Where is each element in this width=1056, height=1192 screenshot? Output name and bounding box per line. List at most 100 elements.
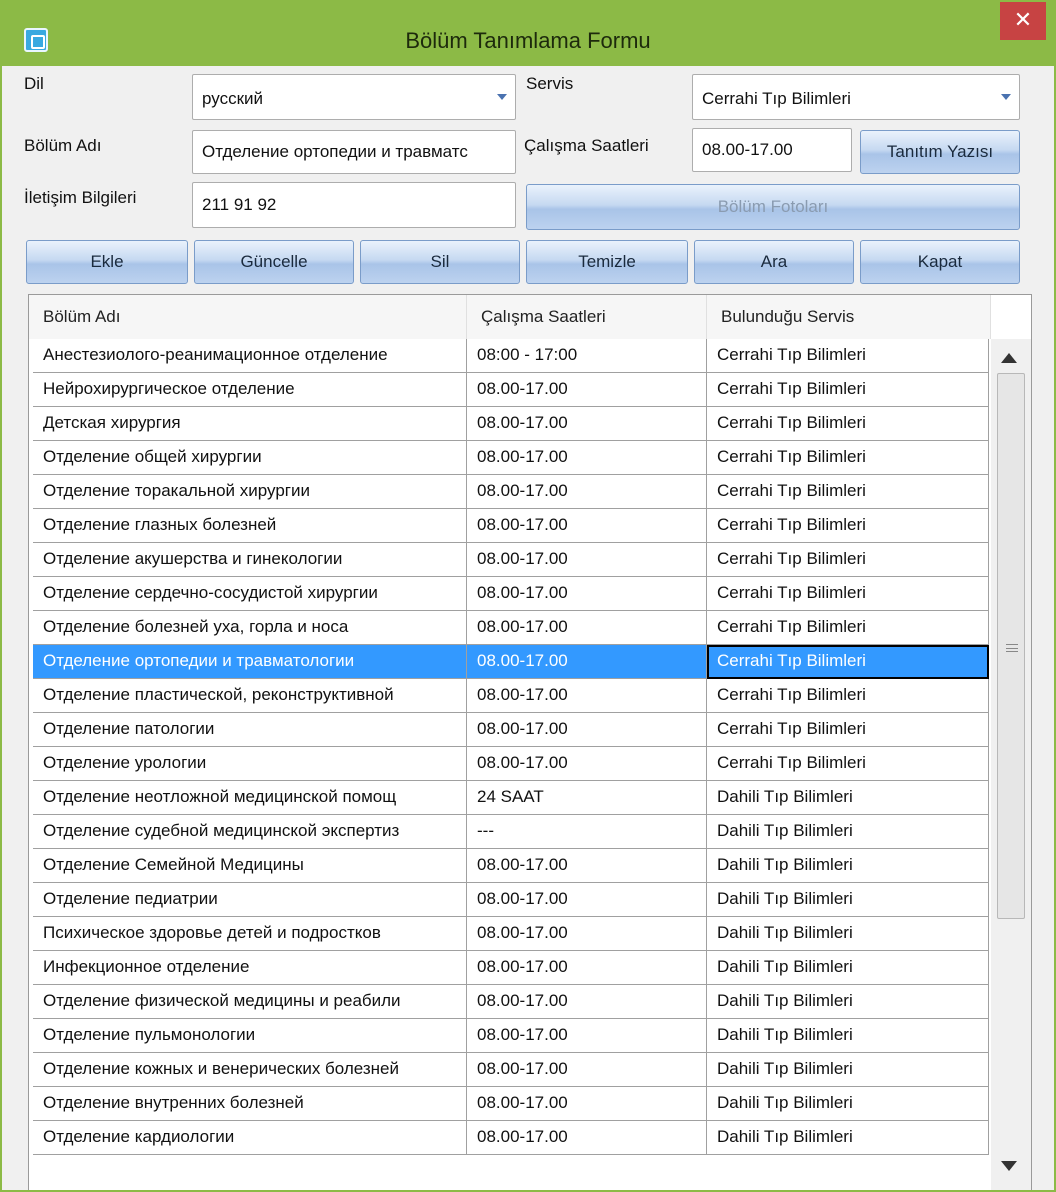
bolum-adi-cell[interactable]: Отделение сердечно-сосудистой хирургии — [33, 577, 467, 611]
bolum-adi-cell[interactable]: Отделение физической медицины и реабили — [33, 985, 467, 1019]
table-row-selected[interactable]: Отделение ортопедии и травматологии 08.00… — [33, 645, 991, 679]
calisma-saatleri-cell[interactable]: 08.00-17.00 — [467, 645, 707, 679]
column-header-calisma-saatleri[interactable]: Çalışma Saatleri — [467, 295, 707, 339]
servis-cell[interactable]: Cerrahi Tıp Bilimleri — [707, 645, 989, 679]
bolum-adi-cell[interactable]: Отделение пульмонологии — [33, 1019, 467, 1053]
bolum-data-grid[interactable]: Bölüm Adı Çalışma Saatleri Bulunduğu Ser… — [28, 294, 1032, 1190]
calisma-saatleri-cell[interactable]: 08.00-17.00 — [467, 373, 707, 407]
calisma-saatleri-cell[interactable]: 08.00-17.00 — [467, 475, 707, 509]
table-row[interactable]: Отделение кардиологии 08.00-17.00 Dahili T… — [33, 1121, 991, 1155]
table-row[interactable]: Отделение акушерства и гинекологии 08.00-… — [33, 543, 991, 577]
bolum-adi-cell[interactable]: Отделение урологии — [33, 747, 467, 781]
bolum-adi-cell[interactable]: Детская хирургия — [33, 407, 467, 441]
calisma-saatleri-cell[interactable]: 08.00-17.00 — [467, 883, 707, 917]
table-row[interactable]: Психическое здоровье детей и подростков 0… — [33, 917, 991, 951]
table-row[interactable]: Отделение пульмонологии 08.00-17.00 Dahili… — [33, 1019, 991, 1053]
table-row[interactable]: Отделение неотложной медицинской помощ 24… — [33, 781, 991, 815]
servis-cell[interactable]: Dahili Tıp Bilimleri — [707, 917, 989, 951]
servis-cell[interactable]: Cerrahi Tıp Bilimleri — [707, 611, 989, 645]
servis-cell[interactable]: Cerrahi Tıp Bilimleri — [707, 577, 989, 611]
servis-cell[interactable]: Dahili Tıp Bilimleri — [707, 1087, 989, 1121]
scroll-up-arrow-icon[interactable] — [1001, 353, 1017, 363]
table-row[interactable]: Отделение общей хирургии 08.00-17.00 Cerra… — [33, 441, 991, 475]
servis-cell[interactable]: Cerrahi Tıp Bilimleri — [707, 407, 989, 441]
scrollbar-thumb[interactable] — [997, 373, 1025, 919]
servis-cell[interactable]: Dahili Tıp Bilimleri — [707, 781, 989, 815]
bolum-adi-cell[interactable]: Отделение общей хирургии — [33, 441, 467, 475]
table-row[interactable]: Отделение кожных и венерических болезней… — [33, 1053, 991, 1087]
table-row[interactable]: Нейрохирургическое отделение 08.00-17.00 C… — [33, 373, 991, 407]
calisma-saatleri-cell[interactable]: --- — [467, 815, 707, 849]
bolum-adi-cell[interactable]: Отделение акушерства и гинекологии — [33, 543, 467, 577]
table-row[interactable]: Отделение патологии 08.00-17.00 Cerrahi Tı… — [33, 713, 991, 747]
table-row[interactable]: Отделение Семейной Медицины 08.00-17.00 Da… — [33, 849, 991, 883]
table-row[interactable]: Инфекционное отделение 08.00-17.00 Dahili … — [33, 951, 991, 985]
calisma-saatleri-cell[interactable]: 08.00-17.00 — [467, 679, 707, 713]
servis-cell[interactable]: Dahili Tıp Bilimleri — [707, 1019, 989, 1053]
calisma-saatleri-cell[interactable]: 08.00-17.00 — [467, 1053, 707, 1087]
servis-cell[interactable]: Dahili Tıp Bilimleri — [707, 951, 989, 985]
servis-cell[interactable]: Cerrahi Tıp Bilimleri — [707, 339, 989, 373]
servis-cell[interactable]: Dahili Tıp Bilimleri — [707, 815, 989, 849]
bolum-adi-cell[interactable]: Отделение судебной медицинской экспертиз — [33, 815, 467, 849]
bolum-adi-cell[interactable]: Отделение педиатрии — [33, 883, 467, 917]
calisma-saatleri-input[interactable]: 08.00-17.00 — [692, 128, 852, 172]
kapat-button[interactable]: Kapat — [860, 240, 1020, 284]
close-button[interactable]: ✕ — [1000, 2, 1046, 40]
calisma-saatleri-cell[interactable]: 08.00-17.00 — [467, 577, 707, 611]
servis-cell[interactable]: Cerrahi Tıp Bilimleri — [707, 509, 989, 543]
table-row[interactable]: Отделение сердечно-сосудистой хирургии 08… — [33, 577, 991, 611]
bolum-adi-cell[interactable]: Инфекционное отделение — [33, 951, 467, 985]
servis-cell[interactable]: Cerrahi Tıp Bilimleri — [707, 713, 989, 747]
guncelle-button[interactable]: Güncelle — [194, 240, 354, 284]
table-row[interactable]: Отделение глазных болезней 08.00-17.00 Cer… — [33, 509, 991, 543]
bolum-adi-cell[interactable]: Нейрохирургическое отделение — [33, 373, 467, 407]
temizle-button[interactable]: Temizle — [526, 240, 688, 284]
table-row[interactable]: Отделение торакальной хирургии 08.00-17.0… — [33, 475, 991, 509]
table-row[interactable]: Отделение педиатрии 08.00-17.00 Dahili Tıp… — [33, 883, 991, 917]
table-row[interactable]: Отделение внутренних болезней 08.00-17.00… — [33, 1087, 991, 1121]
iletisim-bilgileri-input[interactable]: 211 91 92 — [192, 182, 516, 228]
calisma-saatleri-cell[interactable]: 08.00-17.00 — [467, 747, 707, 781]
dil-combobox[interactable]: русский — [192, 74, 516, 120]
vertical-scrollbar[interactable] — [991, 339, 1031, 1190]
table-row[interactable]: Отделение урологии 08.00-17.00 Cerrahi Tıp… — [33, 747, 991, 781]
servis-cell[interactable]: Dahili Tıp Bilimleri — [707, 883, 989, 917]
scroll-down-arrow-icon[interactable] — [1001, 1161, 1017, 1171]
bolum-adi-cell[interactable]: Отделение пластической, реконструктивной — [33, 679, 467, 713]
calisma-saatleri-cell[interactable]: 24 SAAT — [467, 781, 707, 815]
column-header-bolum-adi[interactable]: Bölüm Adı — [29, 295, 467, 339]
bolum-fotolari-button[interactable]: Bölüm Fotoları — [526, 184, 1020, 230]
bolum-adi-cell[interactable]: Отделение глазных болезней — [33, 509, 467, 543]
servis-cell[interactable]: Cerrahi Tıp Bilimleri — [707, 475, 989, 509]
servis-cell[interactable]: Cerrahi Tıp Bilimleri — [707, 747, 989, 781]
bolum-adi-input[interactable]: Отделение ортопедии и травматс — [192, 130, 516, 174]
calisma-saatleri-cell[interactable]: 08.00-17.00 — [467, 713, 707, 747]
bolum-adi-cell[interactable]: Анестезиолого-реанимационное отделение — [33, 339, 467, 373]
table-row[interactable]: Отделение пластической, реконструктивной… — [33, 679, 991, 713]
ekle-button[interactable]: Ekle — [26, 240, 188, 284]
table-row[interactable]: Отделение физической медицины и реабили 0… — [33, 985, 991, 1019]
table-row[interactable]: Детская хирургия 08.00-17.00 Cerrahi Tıp B… — [33, 407, 991, 441]
table-row[interactable]: Анестезиолого-реанимационное отделение 08… — [33, 339, 991, 373]
servis-cell[interactable]: Dahili Tıp Bilimleri — [707, 1053, 989, 1087]
bolum-adi-cell[interactable]: Отделение патологии — [33, 713, 467, 747]
calisma-saatleri-cell[interactable]: 08.00-17.00 — [467, 849, 707, 883]
bolum-adi-cell[interactable]: Отделение внутренних болезней — [33, 1087, 467, 1121]
calisma-saatleri-cell[interactable]: 08.00-17.00 — [467, 441, 707, 475]
calisma-saatleri-cell[interactable]: 08.00-17.00 — [467, 1019, 707, 1053]
calisma-saatleri-cell[interactable]: 08.00-17.00 — [467, 611, 707, 645]
calisma-saatleri-cell[interactable]: 08:00 - 17:00 — [467, 339, 707, 373]
bolum-adi-cell[interactable]: Отделение неотложной медицинской помощ — [33, 781, 467, 815]
calisma-saatleri-cell[interactable]: 08.00-17.00 — [467, 1087, 707, 1121]
bolum-adi-cell[interactable]: Отделение торакальной хирургии — [33, 475, 467, 509]
calisma-saatleri-cell[interactable]: 08.00-17.00 — [467, 407, 707, 441]
calisma-saatleri-cell[interactable]: 08.00-17.00 — [467, 543, 707, 577]
servis-cell[interactable]: Cerrahi Tıp Bilimleri — [707, 679, 989, 713]
table-row[interactable]: Отделение болезней уха, горла и носа 08.0… — [33, 611, 991, 645]
ara-button[interactable]: Ara — [694, 240, 854, 284]
servis-cell[interactable]: Dahili Tıp Bilimleri — [707, 985, 989, 1019]
servis-cell[interactable]: Cerrahi Tıp Bilimleri — [707, 441, 989, 475]
servis-cell[interactable]: Cerrahi Tıp Bilimleri — [707, 373, 989, 407]
servis-combobox[interactable]: Cerrahi Tıp Bilimleri — [692, 74, 1020, 120]
